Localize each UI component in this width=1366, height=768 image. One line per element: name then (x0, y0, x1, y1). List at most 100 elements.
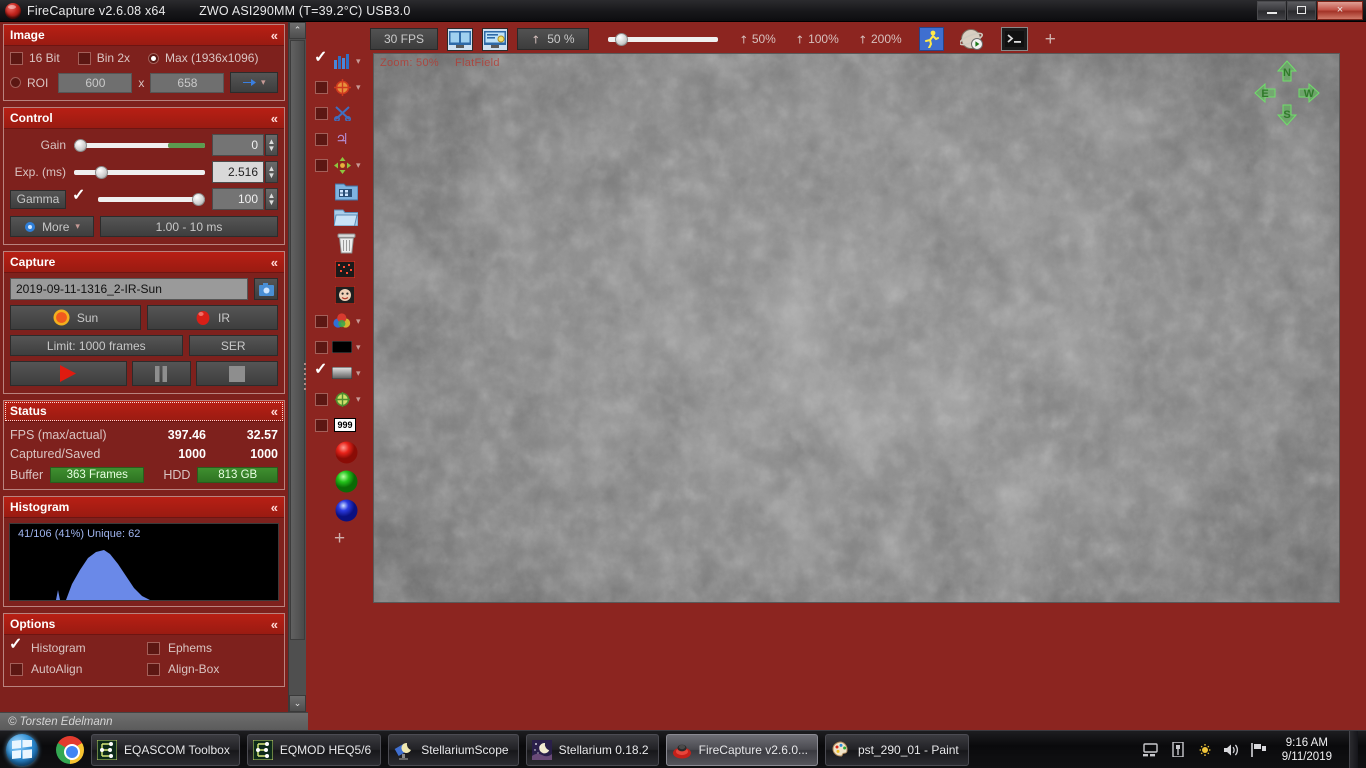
checkbox-option-histogram[interactable] (9, 637, 23, 655)
tool-add-button[interactable]: + (306, 525, 368, 551)
checkbox-histogram-tool[interactable] (314, 50, 328, 68)
sun-preset-button[interactable]: Sun (10, 305, 141, 330)
exposure-range-button[interactable]: 1.00 - 10 ms (100, 216, 278, 237)
checkbox-crosshair-tool[interactable] (315, 80, 328, 94)
exposure-value[interactable]: 2.516 (212, 161, 264, 183)
checkbox-scissors-tool[interactable] (315, 106, 328, 120)
radio-max-resolution[interactable] (148, 52, 160, 64)
gain-value[interactable]: 0 (212, 134, 264, 156)
gain-slider[interactable] (74, 135, 205, 155)
checkbox-option-alignbox[interactable] (147, 662, 160, 676)
chevron-up-icon[interactable]: « (271, 405, 278, 418)
chevron-down-icon[interactable]: ▾ (356, 56, 361, 67)
splitter-handle[interactable] (303, 362, 308, 390)
chevron-up-icon[interactable]: « (271, 112, 278, 125)
tool-green-target-toggle[interactable]: ▾ (306, 386, 368, 412)
console-button[interactable] (1000, 27, 1028, 51)
exposure-stepper[interactable]: ▲ ▼ (265, 161, 278, 183)
exposure-slider[interactable] (74, 162, 205, 182)
tool-align-toggle[interactable]: ▾ (306, 152, 368, 178)
tool-red-channel[interactable] (306, 438, 368, 467)
checkbox-jupiter-tool[interactable] (315, 132, 328, 146)
compass-widget[interactable]: N E W S (1253, 59, 1321, 127)
runner-button[interactable] (918, 27, 944, 51)
panel-status-header[interactable]: Status « (4, 401, 284, 422)
checkbox-green-target-tool[interactable] (315, 392, 328, 406)
tool-black-toggle[interactable]: ▾ (306, 334, 368, 360)
panel-histogram-header[interactable]: Histogram « (4, 497, 284, 518)
taskbar-item-paint[interactable]: pst_290_01 - Paint (825, 733, 969, 766)
zoom-level-button[interactable]: ↗ 50 % (517, 28, 589, 50)
capture-filename-input[interactable]: 2019-09-11-1316_2-IR-Sun (10, 278, 248, 300)
tool-noise-pattern[interactable] (306, 256, 368, 282)
add-toolbar-button[interactable]: + (1045, 30, 1056, 49)
chevron-up-icon[interactable]: « (271, 618, 278, 631)
gamma-slider[interactable] (98, 189, 205, 209)
chevron-up-icon[interactable]: « (271, 501, 278, 514)
scroll-down-button[interactable]: ⌄ (289, 695, 306, 712)
tool-scissors-toggle[interactable] (306, 100, 368, 126)
checkbox-black-tool[interactable] (315, 340, 328, 354)
windows-start-icon[interactable] (6, 733, 38, 766)
chevron-down-icon[interactable]: ▾ (356, 368, 361, 379)
tool-crosshair-toggle[interactable]: ▾ (306, 74, 368, 100)
histogram-plot[interactable]: 41/106 (41%) Unique: 62 (9, 523, 279, 601)
chrome-icon[interactable] (56, 735, 84, 764)
taskbar-item-firecapture[interactable]: FireCapture v2.6.0... (665, 733, 818, 766)
panel-capture-header[interactable]: Capture « (4, 252, 284, 273)
tool-color-toggle[interactable]: ▾ (306, 308, 368, 334)
checkbox-option-ephems[interactable] (147, 641, 160, 655)
zoom-preset-50[interactable]: ↗ 50% (736, 32, 776, 47)
gamma-stepper[interactable]: ▲ ▼ (265, 188, 278, 210)
tool-gradient-toggle[interactable]: ▾ (306, 360, 368, 386)
tool-delete[interactable] (306, 230, 368, 256)
checkbox-color-tool[interactable] (315, 314, 328, 328)
gamma-button[interactable]: Gamma (10, 189, 66, 209)
chevron-down-icon[interactable]: ▾ (356, 342, 361, 353)
tool-open-folder[interactable] (306, 204, 368, 230)
tool-face-monitor[interactable] (306, 282, 368, 308)
checkbox-bin2x[interactable] (77, 51, 91, 65)
network-tray-icon[interactable] (1142, 742, 1160, 757)
chevron-down-icon[interactable]: ▾ (356, 160, 361, 171)
scroll-up-button[interactable]: ⌃ (289, 22, 306, 39)
tool-green-channel[interactable] (306, 467, 368, 496)
camera-preview[interactable]: Zoom: 50% FlatField N E W S (373, 53, 1340, 603)
stop-button[interactable] (195, 361, 278, 386)
checkbox-gamma[interactable] (72, 188, 86, 206)
pause-button[interactable] (131, 361, 191, 386)
checkbox-counter-tool[interactable] (315, 418, 328, 432)
dual-view-button[interactable] (447, 27, 474, 51)
taskbar-clock[interactable]: 9:16 AM 9/11/2019 (1278, 736, 1338, 764)
chevron-up-icon[interactable]: « (271, 29, 278, 42)
frame-limit-button[interactable]: Limit: 1000 frames (10, 335, 183, 356)
panel-options-header[interactable]: Options « (4, 614, 284, 635)
checkbox-gradient-tool[interactable] (314, 362, 328, 380)
tool-jupiter-toggle[interactable]: ♃ (306, 126, 368, 152)
close-button[interactable]: × (1317, 0, 1363, 20)
chevron-down-icon[interactable]: ▾ (356, 316, 361, 327)
checkbox-16bit[interactable] (10, 51, 23, 65)
zoom-slider[interactable] (607, 29, 718, 49)
panel-control-header[interactable]: Control « (4, 108, 284, 129)
roi-height-input[interactable]: 658 (150, 72, 225, 93)
screen-capture-button[interactable] (482, 27, 509, 51)
maximize-button[interactable] (1287, 0, 1316, 20)
tool-counter-toggle[interactable]: 999 (306, 412, 368, 438)
taskbar-item-eqmod-heq5[interactable]: EQMOD HEQ5/6 (246, 733, 382, 766)
zoom-preset-100[interactable]: ↗ 100% (792, 32, 838, 47)
planet-play-button[interactable] (959, 27, 986, 52)
checkbox-option-autoalign[interactable] (10, 662, 23, 676)
tool-histogram-toggle[interactable]: ▾ (306, 48, 368, 74)
action-center-tray-icon[interactable] (1250, 742, 1267, 757)
radio-roi[interactable] (10, 77, 21, 88)
roi-apply-button[interactable]: ▾ (230, 72, 278, 93)
minimize-button[interactable] (1257, 0, 1286, 20)
taskbar-item-stellarium[interactable]: Stellarium 0.18.2 (525, 733, 659, 766)
volume-tray-icon[interactable] (1223, 743, 1240, 757)
show-desktop-button[interactable] (1349, 730, 1358, 768)
more-button[interactable]: More ▾ (10, 216, 94, 237)
gain-stepper[interactable]: ▲ ▼ (265, 134, 278, 156)
brightness-tray-icon[interactable] (1196, 743, 1212, 757)
panel-image-header[interactable]: Image « (4, 25, 284, 46)
